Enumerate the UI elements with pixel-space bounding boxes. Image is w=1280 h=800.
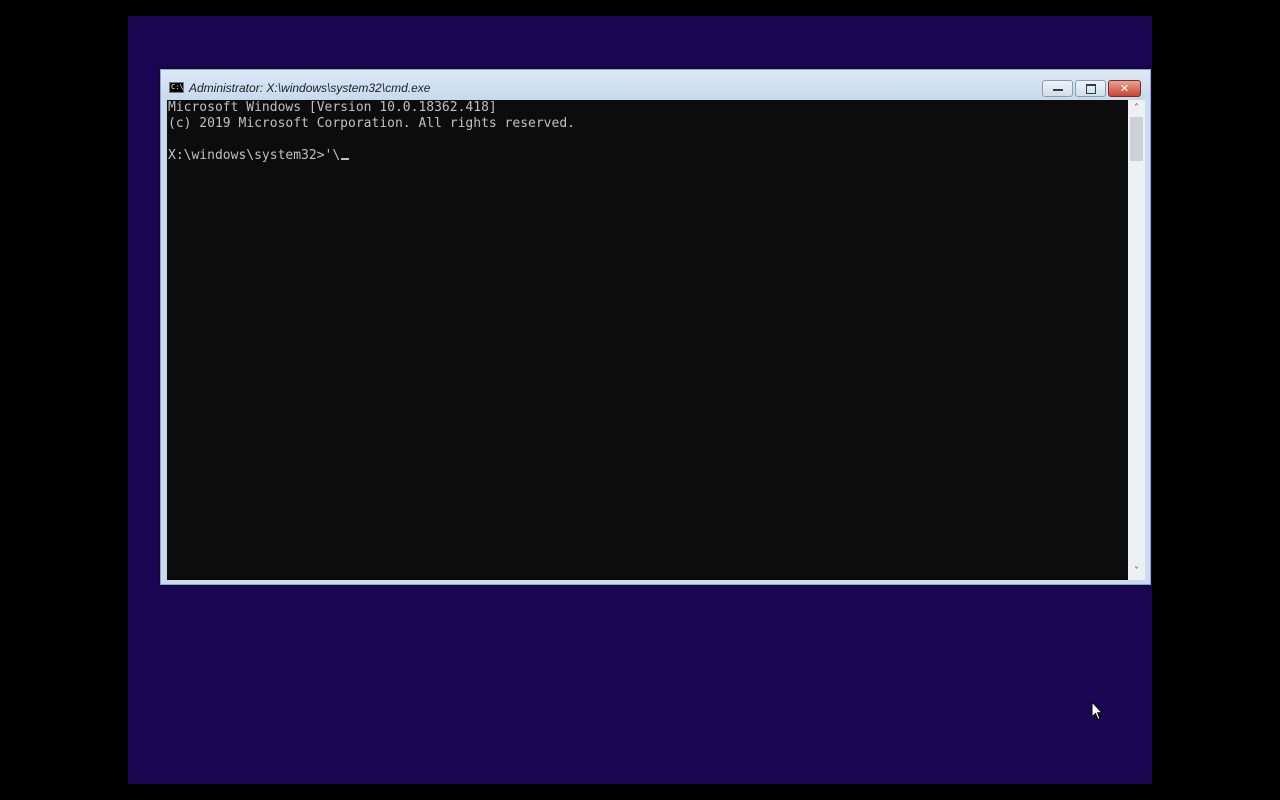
scroll-down-icon[interactable]: ˅ [1128,563,1145,580]
console-line-version: Microsoft Windows [Version 10.0.18362.41… [168,100,497,115]
command-prompt[interactable]: X:\windows\system32>'\ [168,148,350,164]
mouse-pointer-icon [1091,701,1103,721]
vertical-scrollbar[interactable]: ˄ ˅ [1128,100,1145,580]
maximize-button[interactable] [1075,80,1106,97]
window-title: Administrator: X:\windows\system32\cmd.e… [189,81,431,95]
title-bar[interactable]: C:\ Administrator: X:\windows\system32\c… [161,70,1150,100]
minimize-button[interactable] [1042,80,1073,97]
close-button[interactable] [1108,80,1141,97]
cmd-icon[interactable]: C:\ [169,82,184,93]
cmd-window: C:\ Administrator: X:\windows\system32\c… [160,69,1151,585]
console-line-copyright: (c) 2019 Microsoft Corporation. All righ… [168,116,575,131]
console-output[interactable]: Microsoft Windows [Version 10.0.18362.41… [167,100,1128,580]
prompt-text: X:\windows\system32>'\ [168,148,341,163]
scroll-up-icon[interactable]: ˄ [1128,100,1145,117]
scroll-thumb[interactable] [1130,117,1143,161]
text-cursor [341,158,350,160]
